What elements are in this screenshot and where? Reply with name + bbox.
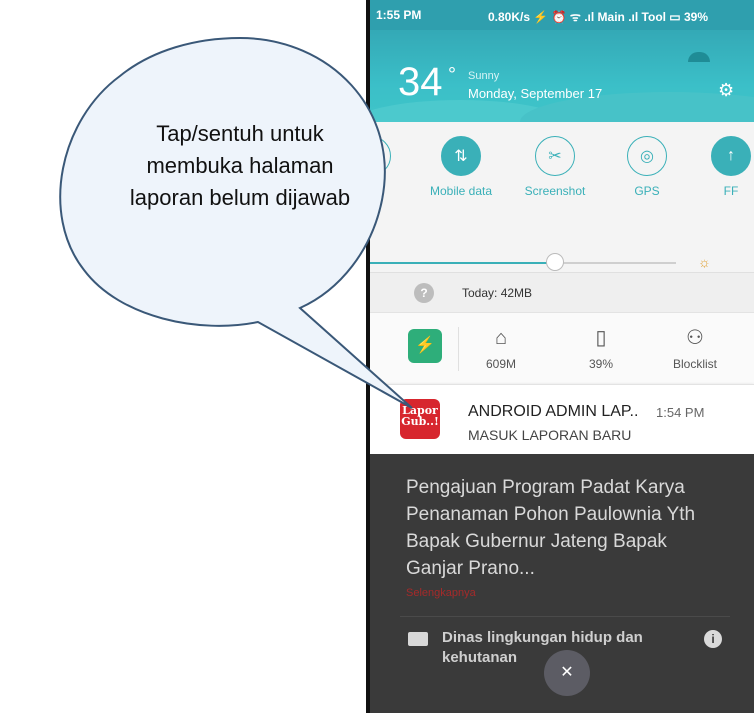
notification-title: ANDROID ADMIN LAP.. (468, 403, 639, 420)
app-logo: Lapor Gub..! (400, 399, 440, 439)
divider (458, 327, 459, 371)
status-bar: 1:55 PM 0.80K/s ⚡ ⏰ ᯤ .ıl Main .ıl Tool … (370, 0, 754, 30)
notification-body: MASUK LAPORAN BARU (468, 427, 632, 443)
shield-icon[interactable]: ⚡ (408, 329, 442, 363)
toggle-screenshot[interactable]: ✂ Screenshot (510, 136, 600, 198)
divider (400, 616, 730, 617)
toggle-mobile-data[interactable]: ⇅ Mobile data (416, 136, 506, 198)
toggle-ff[interactable]: ↑ FF (686, 136, 754, 198)
blocklist-item[interactable]: ⚇ Blocklist (660, 323, 730, 371)
weather-degree: ° (448, 64, 456, 86)
folder-icon (408, 632, 428, 646)
help-icon: ? (414, 283, 434, 303)
brightness-slider-thumb[interactable] (546, 253, 564, 271)
gear-icon[interactable]: ⚙ (718, 80, 734, 101)
battery-item[interactable]: ▯ 39% (566, 323, 636, 371)
status-info: 0.80K/s ⚡ ⏰ ᯤ .ıl Main .ıl Tool ▭ 39% (488, 10, 709, 24)
umbrella-icon (688, 52, 710, 62)
scissors-icon: ✂ (535, 136, 575, 176)
toggle-wifi[interactable] (370, 136, 416, 184)
callout-text: Tap/sentuh untuk membuka halaman laporan… (129, 121, 351, 210)
security-row: ⚡ ⌂ 609M ▯ 39% ⚇ Blocklist (370, 312, 754, 385)
mobile-data-icon: ⇅ (441, 136, 481, 176)
brightness-slider-track[interactable] (556, 262, 676, 264)
toggle-label: Mobile data (429, 184, 493, 198)
toggle-icon: ↑ (711, 136, 751, 176)
blocklist-label: Blocklist (672, 357, 717, 371)
wifi-icon (370, 136, 391, 176)
weather-condition: Sunny (468, 70, 500, 82)
notification-card[interactable]: Lapor Gub..! ANDROID ADMIN LAP.. 1:54 PM … (370, 384, 754, 455)
gps-icon: ◎ (627, 136, 667, 176)
battery-value: 39% (588, 357, 614, 371)
callout-shape (59, 36, 413, 409)
toggle-label: GPS (634, 184, 660, 198)
weather-date: Monday, September 17 (468, 86, 603, 101)
status-time: 1:55 PM (376, 8, 422, 22)
background-app-content: Pengajuan Program Padat Karya Penanaman … (370, 454, 754, 713)
sun-icon: ☼ (698, 254, 711, 270)
rocket-icon: ⌂ (494, 327, 508, 349)
notification-time: 1:54 PM (656, 405, 705, 420)
close-button[interactable]: ✕ (544, 650, 590, 696)
weather-temperature: 34 (398, 60, 443, 104)
toggle-gps[interactable]: ◎ GPS (602, 136, 692, 198)
blocklist-icon: ⚇ (686, 327, 704, 349)
toggle-label: Screenshot (524, 184, 586, 198)
phone-screen: 1:55 PM 0.80K/s ⚡ ⏰ ᯤ .ıl Main .ıl Tool … (366, 0, 754, 713)
memory-cleaner[interactable]: ⌂ 609M (466, 323, 536, 371)
report-text: Pengajuan Program Padat Karya Penanaman … (406, 477, 696, 579)
toggle-label: FF (723, 184, 739, 198)
battery-icon: ▯ (595, 327, 607, 349)
data-usage-row[interactable]: ? Today: 42MB (370, 272, 754, 313)
memory-value: 609M (485, 357, 517, 371)
info-icon[interactable]: i (704, 630, 722, 648)
weather-header[interactable]: 34 ° Sunny Monday, September 17 ⚙ (370, 30, 754, 152)
read-more-link[interactable]: Selengkapnya (406, 587, 476, 599)
data-usage-text: Today: 42MB (462, 286, 533, 300)
quick-settings: ⇅ Mobile data ✂ Screenshot ◎ GPS ↑ FF ☼ (370, 122, 754, 272)
